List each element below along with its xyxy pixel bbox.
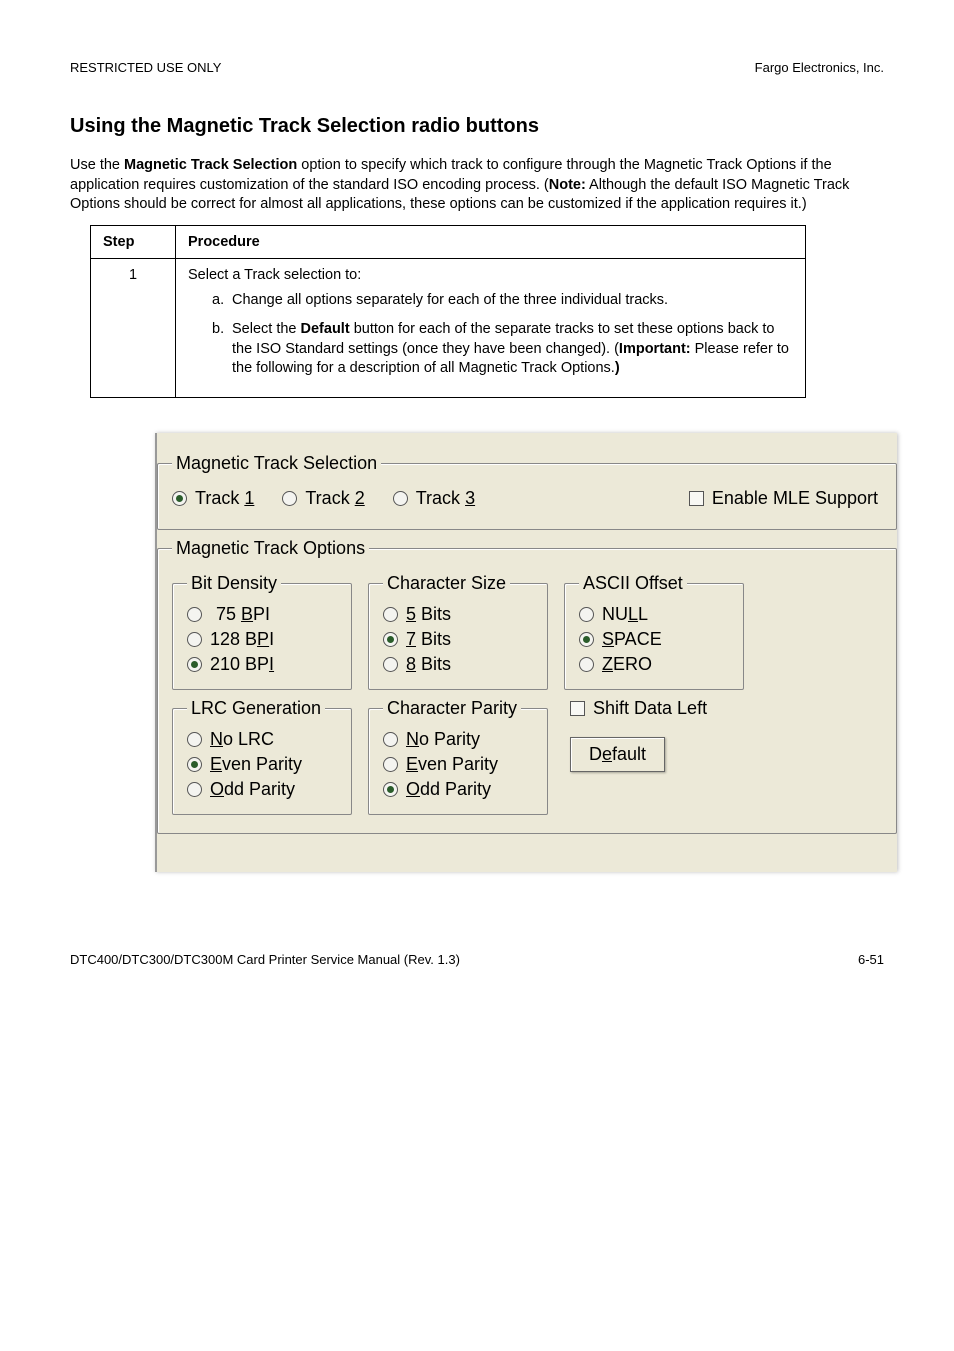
- radio-icon: [579, 657, 594, 672]
- ascii-zero-radio[interactable]: ZERO: [579, 654, 729, 675]
- header-right: Fargo Electronics, Inc.: [755, 60, 884, 75]
- mts-legend: Magnetic Track Selection: [172, 453, 381, 474]
- parity-even-radio[interactable]: Even Parity: [383, 754, 533, 775]
- footer-right: 6-51: [858, 952, 884, 967]
- step-number: 1: [91, 258, 176, 397]
- character-size-group: Character Size 5 Bits 7 Bits 8 Bits: [368, 573, 548, 690]
- charsize-legend: Character Size: [383, 573, 510, 594]
- lrc-none-radio[interactable]: No LRC: [187, 729, 337, 750]
- radio-icon: [383, 607, 398, 622]
- radio-icon: [383, 782, 398, 797]
- th-step: Step: [91, 225, 176, 258]
- parity-odd-radio[interactable]: Odd Parity: [383, 779, 533, 800]
- magnetic-track-selection-group: Magnetic Track Selection Track 1 Track 2…: [157, 453, 897, 530]
- th-procedure: Procedure: [176, 225, 806, 258]
- intro-paragraph: Use the Magnetic Track Selection option …: [70, 156, 884, 215]
- bits-8-radio[interactable]: 8 Bits: [383, 654, 533, 675]
- radio-icon: [187, 607, 202, 622]
- radio-icon: [172, 491, 187, 506]
- proc-item-a: a. Change all options separately for eac…: [212, 291, 793, 311]
- ascii-null-radio[interactable]: NULL: [579, 604, 729, 625]
- radio-icon: [187, 757, 202, 772]
- radio-icon: [579, 632, 594, 647]
- bit-density-group: Bit Density 75 BPI 128 BPI 210 BPI: [172, 573, 352, 690]
- radio-icon: [383, 757, 398, 772]
- track1-radio[interactable]: Track 1: [172, 488, 254, 509]
- ascii-offset-group: ASCII Offset NULL SPACE ZERO: [564, 573, 744, 690]
- ascii-legend: ASCII Offset: [579, 573, 687, 594]
- bits-5-radio[interactable]: 5 Bits: [383, 604, 533, 625]
- bpi-210-radio[interactable]: 210 BPI: [187, 654, 337, 675]
- proc-item-b: b. Select the Default button for each of…: [212, 320, 793, 379]
- character-parity-group: Character Parity No Parity Even Parity O…: [368, 698, 548, 815]
- header-left: RESTRICTED USE ONLY: [70, 60, 221, 75]
- track2-radio[interactable]: Track 2: [282, 488, 364, 509]
- enable-mle-checkbox[interactable]: Enable MLE Support: [689, 488, 882, 509]
- dialog-panel: Magnetic Track Selection Track 1 Track 2…: [155, 433, 897, 872]
- bpi-75-radio[interactable]: 75 BPI: [187, 604, 337, 625]
- bits-7-radio[interactable]: 7 Bits: [383, 629, 533, 650]
- bpi-128-radio[interactable]: 128 BPI: [187, 629, 337, 650]
- ascii-space-radio[interactable]: SPACE: [579, 629, 729, 650]
- charparity-legend: Character Parity: [383, 698, 521, 719]
- footer-left: DTC400/DTC300/DTC300M Card Printer Servi…: [70, 952, 460, 967]
- radio-icon: [393, 491, 408, 506]
- radio-icon: [383, 632, 398, 647]
- radio-icon: [282, 491, 297, 506]
- checkbox-icon: [689, 491, 704, 506]
- lrc-generation-group: LRC Generation No LRC Even Parity Odd Pa…: [172, 698, 352, 815]
- mto-legend: Magnetic Track Options: [172, 538, 369, 559]
- radio-icon: [187, 782, 202, 797]
- bit-density-legend: Bit Density: [187, 573, 281, 594]
- procedure-table: Step Procedure 1 Select a Track selectio…: [90, 225, 806, 398]
- magnetic-track-options-group: Magnetic Track Options Bit Density 75 BP…: [157, 538, 897, 834]
- track3-radio[interactable]: Track 3: [393, 488, 475, 509]
- default-button[interactable]: Default: [570, 737, 665, 772]
- shift-data-left-checkbox[interactable]: Shift Data Left: [570, 698, 707, 719]
- radio-icon: [187, 732, 202, 747]
- lrc-legend: LRC Generation: [187, 698, 325, 719]
- radio-icon: [579, 607, 594, 622]
- section-title: Using the Magnetic Track Selection radio…: [70, 115, 884, 138]
- radio-icon: [383, 732, 398, 747]
- parity-none-radio[interactable]: No Parity: [383, 729, 533, 750]
- lrc-even-radio[interactable]: Even Parity: [187, 754, 337, 775]
- radio-icon: [383, 657, 398, 672]
- procedure-cell: Select a Track selection to: a. Change a…: [176, 258, 806, 397]
- proc-intro: Select a Track selection to:: [188, 267, 793, 283]
- radio-icon: [187, 632, 202, 647]
- checkbox-icon: [570, 701, 585, 716]
- lrc-odd-radio[interactable]: Odd Parity: [187, 779, 337, 800]
- radio-icon: [187, 657, 202, 672]
